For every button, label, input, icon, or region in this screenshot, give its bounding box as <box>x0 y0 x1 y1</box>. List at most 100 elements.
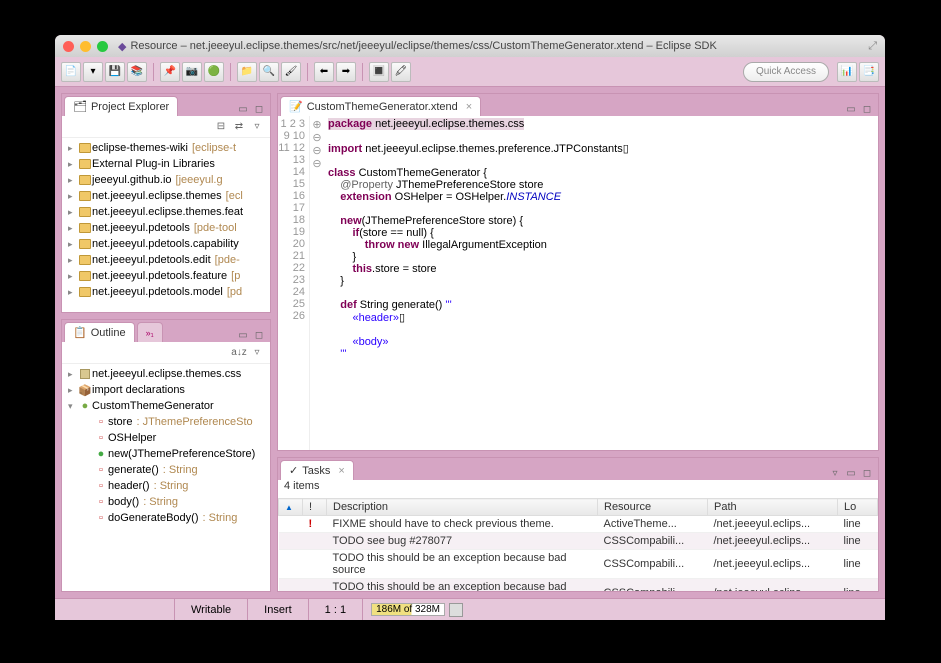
titlebar[interactable]: ◆ Resource – net.jeeeyul.eclipse.themes/… <box>55 35 885 57</box>
new-button[interactable]: 📄 <box>61 62 81 82</box>
minimize-view-icon[interactable]: ▭ <box>236 328 250 342</box>
close-tab-icon[interactable]: × <box>338 465 344 477</box>
project-item[interactable]: ▸net.jeeeyul.eclipse.themes.feat <box>64 204 268 220</box>
tasks-view: ✓ Tasks × ▿ ▭ ◻ 4 items ▲!DescriptionRes… <box>277 457 879 592</box>
project-item[interactable]: ▸net.jeeeyul.pdetools.feature[p <box>64 268 268 284</box>
window-controls <box>63 41 108 52</box>
toggle-button[interactable]: 🔳 <box>369 62 389 82</box>
pin-button[interactable]: 📌 <box>160 62 180 82</box>
outline-tree[interactable]: ▸net.jeeeyul.eclipse.themes.css▸📦import … <box>62 364 270 591</box>
editor-body[interactable]: 1 2 3 9 10 11 12 13 14 15 16 17 18 19 20… <box>278 116 878 450</box>
editor-tab[interactable]: 📝 CustomThemeGenerator.xtend × <box>280 96 481 116</box>
minimize-view-icon[interactable]: ▭ <box>236 102 250 116</box>
project-item[interactable]: ▸eclipse-themes-wiki[eclipse-t <box>64 140 268 156</box>
save-button[interactable]: 💾 <box>105 62 125 82</box>
collapse-all-icon[interactable]: ⊟ <box>214 120 228 134</box>
outline-item[interactable]: ▫store : JThemePreferenceSto <box>64 414 268 430</box>
camera-button[interactable]: 📷 <box>182 62 202 82</box>
close-tab-icon[interactable]: × <box>466 101 472 113</box>
diamond-icon: ◆ <box>118 40 126 53</box>
brush-button[interactable]: 🖌 <box>281 62 301 82</box>
minimize-view-icon[interactable]: ▭ <box>844 466 858 480</box>
maximize-view-icon[interactable]: ◻ <box>252 328 266 342</box>
gc-button[interactable] <box>449 603 463 617</box>
outline-tab[interactable]: 📋 Outline <box>64 322 135 342</box>
task-row[interactable]: TODO this should be an exception because… <box>279 579 878 592</box>
status-writable[interactable]: Writable <box>175 599 248 620</box>
tasks-icon: ✓ <box>289 464 298 477</box>
open-type-button[interactable]: 📁 <box>237 62 257 82</box>
back-button[interactable]: ⬅ <box>314 62 334 82</box>
xtend-file-icon: 📝 <box>289 100 303 113</box>
outline-view: 📋 Outline »₁ ▭ ◻ a↓z ▿ ▸net.jeeeyul.ecli… <box>61 319 271 592</box>
tasks-tab[interactable]: ✓ Tasks × <box>280 460 354 480</box>
project-explorer-tree[interactable]: ▸eclipse-themes-wiki[eclipse-t▸External … <box>62 138 270 312</box>
project-item[interactable]: ▸jeeeyul.github.io[jeeeyul.g <box>64 172 268 188</box>
status-bar: Writable Insert 1 : 1 186M of 328M <box>55 598 885 620</box>
outline-item[interactable]: ▫generate() : String <box>64 462 268 478</box>
perspective-resource-button[interactable]: 📊 <box>837 62 857 82</box>
project-explorer-tab[interactable]: 🗂 Project Explorer <box>64 96 178 116</box>
code-area[interactable]: package net.jeeeyul.eclipse.themes.css i… <box>324 116 878 450</box>
eclipse-window: ◆ Resource – net.jeeeyul.eclipse.themes/… <box>55 35 885 620</box>
minimize-window-button[interactable] <box>80 41 91 52</box>
view-menu-icon[interactable]: ▿ <box>250 120 264 134</box>
forward-button[interactable]: ➡ <box>336 62 356 82</box>
line-number-gutter[interactable]: 1 2 3 9 10 11 12 13 14 15 16 17 18 19 20… <box>278 116 310 450</box>
status-cursor: 1 : 1 <box>309 599 363 620</box>
column-header[interactable]: Description <box>327 499 598 516</box>
task-row[interactable]: TODO see bug #278077CSSCompabili.../net.… <box>279 533 878 550</box>
column-header[interactable]: ▲ <box>279 499 303 516</box>
run-button[interactable]: 🟢 <box>204 62 224 82</box>
perspective-java-button[interactable]: 📑 <box>859 62 879 82</box>
column-header[interactable]: Lo <box>838 499 878 516</box>
project-item[interactable]: ▸net.jeeeyul.pdetools[pde-tool <box>64 220 268 236</box>
save-all-button[interactable]: 📚 <box>127 62 147 82</box>
outline-item[interactable]: ▫body() : String <box>64 494 268 510</box>
maximize-view-icon[interactable]: ◻ <box>860 102 874 116</box>
heap-status[interactable]: 186M of 328M <box>371 603 445 616</box>
outline-item[interactable]: ▫OSHelper <box>64 430 268 446</box>
task-row[interactable]: TODO this should be an exception because… <box>279 550 878 579</box>
tasks-count: 4 items <box>278 480 878 498</box>
status-insert[interactable]: Insert <box>248 599 309 620</box>
task-row[interactable]: !FIXME should have to check previous the… <box>279 516 878 533</box>
outline-item[interactable]: ▫doGenerateBody() : String <box>64 510 268 526</box>
view-menu-icon[interactable]: ▿ <box>828 466 842 480</box>
minimize-view-icon[interactable]: ▭ <box>844 102 858 116</box>
project-item[interactable]: ▸net.jeeeyul.pdetools.capability <box>64 236 268 252</box>
main-area: 🗂 Project Explorer ▭ ◻ ⊟ ⇄ ▿ ▸eclipse-th… <box>55 87 885 598</box>
close-window-button[interactable] <box>63 41 74 52</box>
column-header[interactable]: Path <box>708 499 838 516</box>
column-header[interactable]: ! <box>303 499 327 516</box>
editor-view: 📝 CustomThemeGenerator.xtend × ▭ ◻ 1 2 3… <box>277 93 879 451</box>
search-button[interactable]: 🔍 <box>259 62 279 82</box>
tasks-table[interactable]: ▲!DescriptionResourcePathLo !FIXME shoul… <box>278 498 878 591</box>
project-explorer-view: 🗂 Project Explorer ▭ ◻ ⊟ ⇄ ▿ ▸eclipse-th… <box>61 93 271 313</box>
resize-icon[interactable]: ⤢ <box>868 40 877 53</box>
main-toolbar: 📄 ▾ 💾 📚 📌 📷 🟢 📁 🔍 🖌 ⬅ ➡ 🔳 🖍 Quick Access… <box>55 57 885 87</box>
window-title: Resource – net.jeeeyul.eclipse.themes/sr… <box>130 40 868 52</box>
project-item[interactable]: ▸net.jeeeyul.pdetools.model[pd <box>64 284 268 300</box>
outline-secondary-tab[interactable]: »₁ <box>137 322 163 342</box>
outline-item[interactable]: ●new(JThemePreferenceStore) <box>64 446 268 462</box>
fold-column[interactable]: ⊕ ⊖ ⊖ ⊖ <box>310 116 324 450</box>
project-item[interactable]: ▸net.jeeeyul.pdetools.edit[pde- <box>64 252 268 268</box>
outline-item[interactable]: ▾●CustomThemeGenerator <box>64 398 268 414</box>
quick-access-input[interactable]: Quick Access <box>743 62 829 82</box>
project-item[interactable]: ▸External Plug-in Libraries <box>64 156 268 172</box>
view-menu-icon[interactable]: ▿ <box>250 346 264 360</box>
sort-icon[interactable]: a↓z <box>232 346 246 360</box>
link-editor-icon[interactable]: ⇄ <box>232 120 246 134</box>
project-item[interactable]: ▸net.jeeeyul.eclipse.themes[ecl <box>64 188 268 204</box>
column-header[interactable]: Resource <box>598 499 708 516</box>
folder-icon: 🗂 <box>73 100 87 113</box>
paint-button[interactable]: 🖍 <box>391 62 411 82</box>
zoom-window-button[interactable] <box>97 41 108 52</box>
outline-item[interactable]: ▸📦import declarations <box>64 382 268 398</box>
maximize-view-icon[interactable]: ◻ <box>860 466 874 480</box>
outline-item[interactable]: ▫header() : String <box>64 478 268 494</box>
maximize-view-icon[interactable]: ◻ <box>252 102 266 116</box>
outline-item[interactable]: ▸net.jeeeyul.eclipse.themes.css <box>64 366 268 382</box>
new-dropdown-button[interactable]: ▾ <box>83 62 103 82</box>
